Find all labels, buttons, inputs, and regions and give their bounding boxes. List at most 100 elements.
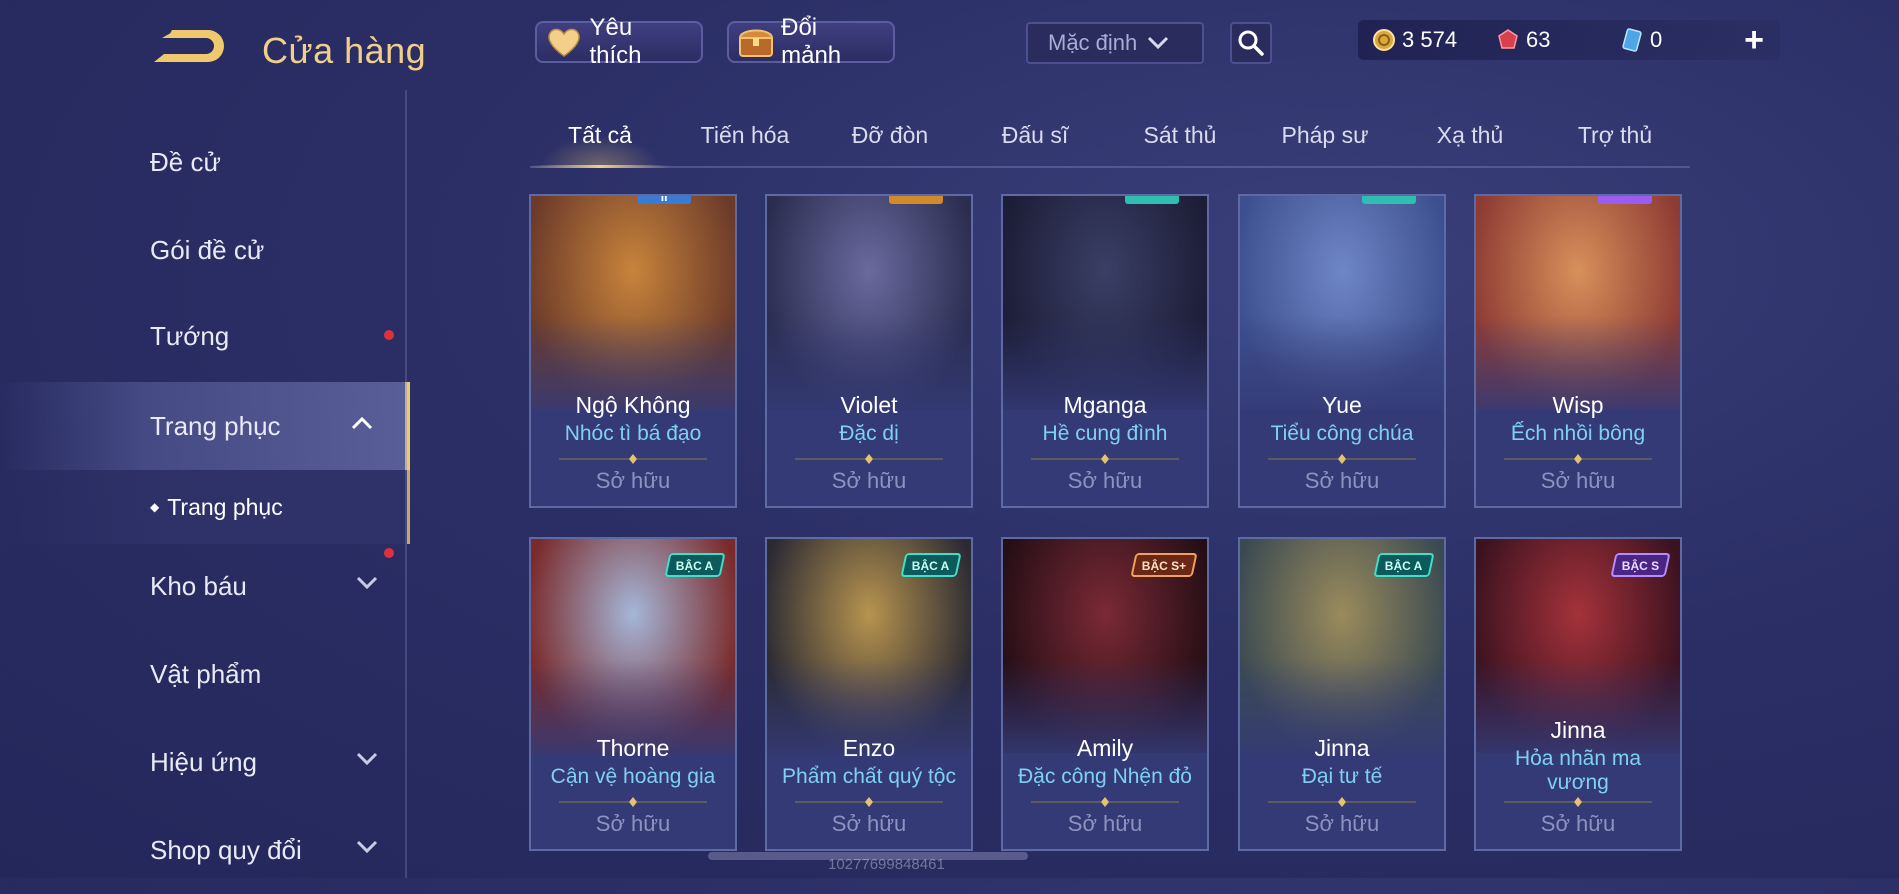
tab-tank[interactable]: Đỡ đòn bbox=[820, 110, 960, 166]
category-tabs: Tất cả Tiến hóa Đỡ đòn Đấu sĩ Sát thủ Ph… bbox=[530, 110, 1690, 168]
exchange-shards-button[interactable]: Đổi mảnh bbox=[727, 14, 895, 69]
skin-card[interactable]: Yue Tiểu công chúa Sở hữu bbox=[1238, 194, 1446, 508]
search-icon bbox=[1238, 30, 1264, 56]
ownership-status: Sở hữu bbox=[1540, 811, 1616, 836]
skin-card[interactable]: II Ngộ Không Nhóc tì bá đạo Sở hữu bbox=[529, 194, 737, 508]
tab-label: Trợ thủ bbox=[1577, 122, 1653, 148]
tab-support[interactable]: Trợ thủ bbox=[1545, 110, 1685, 166]
search-button[interactable] bbox=[1230, 22, 1272, 64]
ornament-divider bbox=[1268, 454, 1416, 464]
tab-mage[interactable]: Pháp sư bbox=[1255, 110, 1395, 166]
sidebar-item-bundles[interactable]: Gói đề cử bbox=[0, 206, 410, 340]
hero-name: Mganga bbox=[1063, 392, 1147, 418]
skin-card[interactable]: Wisp Ếch nhồi bông Sở hữu bbox=[1474, 194, 1682, 508]
sidebar-item-treasure[interactable]: Kho báu bbox=[0, 542, 410, 630]
skin-card[interactable]: Violet Đặc dị Sở hữu bbox=[765, 194, 973, 508]
ticket-amount: 0 bbox=[1650, 27, 1663, 52]
sidebar-item-items[interactable]: Vật phẩm bbox=[0, 630, 410, 718]
tab-label: Đỡ đòn bbox=[851, 122, 929, 148]
chevron-down-icon bbox=[356, 840, 378, 854]
hero-name: Ngộ Không bbox=[575, 392, 691, 418]
sidebar-subitem-label: Trang phục bbox=[167, 493, 283, 520]
sidebar-subitem-skins[interactable]: ◆ Trang phục bbox=[0, 470, 410, 544]
tier-badge-tab bbox=[1362, 196, 1417, 204]
sidebar-item-recommended[interactable]: Đề cử bbox=[0, 118, 410, 206]
sidebar-divider bbox=[405, 90, 407, 878]
skin-card[interactable]: BẬC S+ Amily Đặc công Nhện đỏ Sở hữu bbox=[1001, 537, 1209, 851]
skin-card[interactable]: BẬC A Enzo Phẩm chất quý tộc Sở hữu bbox=[765, 537, 973, 851]
gold-amount: 3 574 bbox=[1402, 27, 1458, 52]
tier-badge-label: BẬC A bbox=[912, 559, 950, 573]
chevron-down-icon bbox=[1148, 36, 1169, 50]
hero-name: Yue bbox=[1322, 392, 1362, 418]
tab-assassin[interactable]: Sát thủ bbox=[1110, 110, 1250, 166]
hero-name: Jinna bbox=[1314, 735, 1370, 761]
currency-bar: 3 574 63 0 + bbox=[1358, 20, 1780, 60]
hero-name: Jinna bbox=[1550, 717, 1606, 743]
heart-icon bbox=[545, 23, 583, 61]
sidebar-item-label: Gói đề cử bbox=[150, 234, 265, 265]
tier-badge-tab bbox=[1125, 196, 1180, 204]
gold-balance: 3 574 bbox=[1372, 27, 1482, 53]
skin-name: Tiểu công chúa bbox=[1270, 422, 1414, 445]
voucher-amount: 63 bbox=[1526, 27, 1551, 52]
ownership-status: Sở hữu bbox=[1540, 468, 1616, 493]
tier-badge-label: BẬC A bbox=[1385, 559, 1423, 573]
sidebar-item-effects[interactable]: Hiệu ứng bbox=[0, 718, 410, 806]
tab-marksman[interactable]: Xạ thủ bbox=[1400, 110, 1540, 166]
skin-name: Ếch nhồi bông bbox=[1510, 422, 1646, 445]
sidebar-item-label: Tướng bbox=[150, 320, 230, 351]
back-button[interactable] bbox=[150, 24, 230, 74]
skin-card[interactable]: BẬC A Jinna Đại tư tế Sở hữu bbox=[1238, 537, 1446, 851]
skin-name: Hề cung đình bbox=[1042, 422, 1168, 445]
skin-name: Hỏa nhãn ma vương bbox=[1514, 747, 1642, 794]
sidebar-item-exchange-shop[interactable]: Shop quy đổi bbox=[0, 806, 410, 894]
tab-label: Đấu sĩ bbox=[1001, 122, 1069, 148]
tab-fighter[interactable]: Đấu sĩ bbox=[965, 110, 1105, 166]
voucher-balance: 63 bbox=[1496, 27, 1606, 53]
chevron-down-icon bbox=[356, 752, 378, 766]
sort-dropdown[interactable]: Mặc định bbox=[1026, 22, 1204, 64]
skin-grid: II Ngộ Không Nhóc tì bá đạo Sở hữu Violet Đặc… bbox=[529, 194, 1689, 878]
tier-badge-label: BẬC S bbox=[1621, 559, 1659, 573]
ornament-divider bbox=[1504, 797, 1652, 807]
skin-card[interactable]: Mganga Hề cung đình Sở hữu bbox=[1001, 194, 1209, 508]
skin-name: Nhóc tì bá đạo bbox=[564, 422, 702, 445]
ownership-status: Sở hữu bbox=[1304, 811, 1380, 836]
tier-badge-tab bbox=[1598, 196, 1653, 204]
hero-name: Wisp bbox=[1552, 392, 1604, 418]
ornament-divider bbox=[559, 797, 707, 807]
hero-name: Amily bbox=[1076, 735, 1134, 761]
tab-active-glow bbox=[540, 136, 660, 166]
red-gem-icon bbox=[1498, 29, 1518, 49]
treasure-chest-icon bbox=[737, 23, 775, 61]
tier-badge-tab: II bbox=[637, 196, 692, 204]
favorite-button[interactable]: Yêu thích bbox=[535, 14, 703, 69]
tab-label: Tiến hóa bbox=[700, 122, 790, 148]
ownership-status: Sở hữu bbox=[595, 468, 671, 493]
diamond-bullet-icon: ◆ bbox=[150, 500, 160, 514]
ornament-divider bbox=[1031, 454, 1179, 464]
skin-card[interactable]: BẬC S Jinna Hỏa nhãn ma vương Sở hữu bbox=[1474, 537, 1682, 851]
add-currency-button[interactable]: + bbox=[1744, 20, 1764, 60]
ownership-status: Sở hữu bbox=[595, 811, 671, 836]
ticket-icon bbox=[1622, 28, 1642, 52]
sidebar-item-label: Đề cử bbox=[150, 146, 221, 177]
sidebar: Đề cử Gói đề cử Tướng Trang phục ◆ Trang… bbox=[0, 90, 410, 878]
tab-all[interactable]: Tất cả bbox=[530, 110, 670, 168]
sort-selected-value: Mặc định bbox=[1048, 30, 1138, 55]
hero-name: Thorne bbox=[596, 735, 670, 761]
ornament-divider bbox=[795, 797, 943, 807]
hero-name: Violet bbox=[840, 392, 898, 418]
tier-badge-label: BẬC S+ bbox=[1141, 559, 1186, 573]
watermark-id: 10277699848461 bbox=[828, 856, 945, 873]
tab-label: Pháp sư bbox=[1281, 122, 1369, 148]
tier-badge: BẬC A bbox=[1373, 553, 1435, 577]
sidebar-item-skins[interactable]: Trang phục bbox=[0, 382, 410, 470]
chevron-up-icon bbox=[351, 416, 373, 430]
skin-card[interactable]: BẬC A Thorne Cận vệ hoàng gia Sở hữu bbox=[529, 537, 737, 851]
sidebar-item-heroes[interactable]: Tướng bbox=[0, 292, 410, 380]
back-arrow-icon bbox=[154, 30, 224, 62]
tab-evolve[interactable]: Tiến hóa bbox=[675, 110, 815, 166]
sidebar-item-label: Vật phẩm bbox=[150, 658, 262, 689]
